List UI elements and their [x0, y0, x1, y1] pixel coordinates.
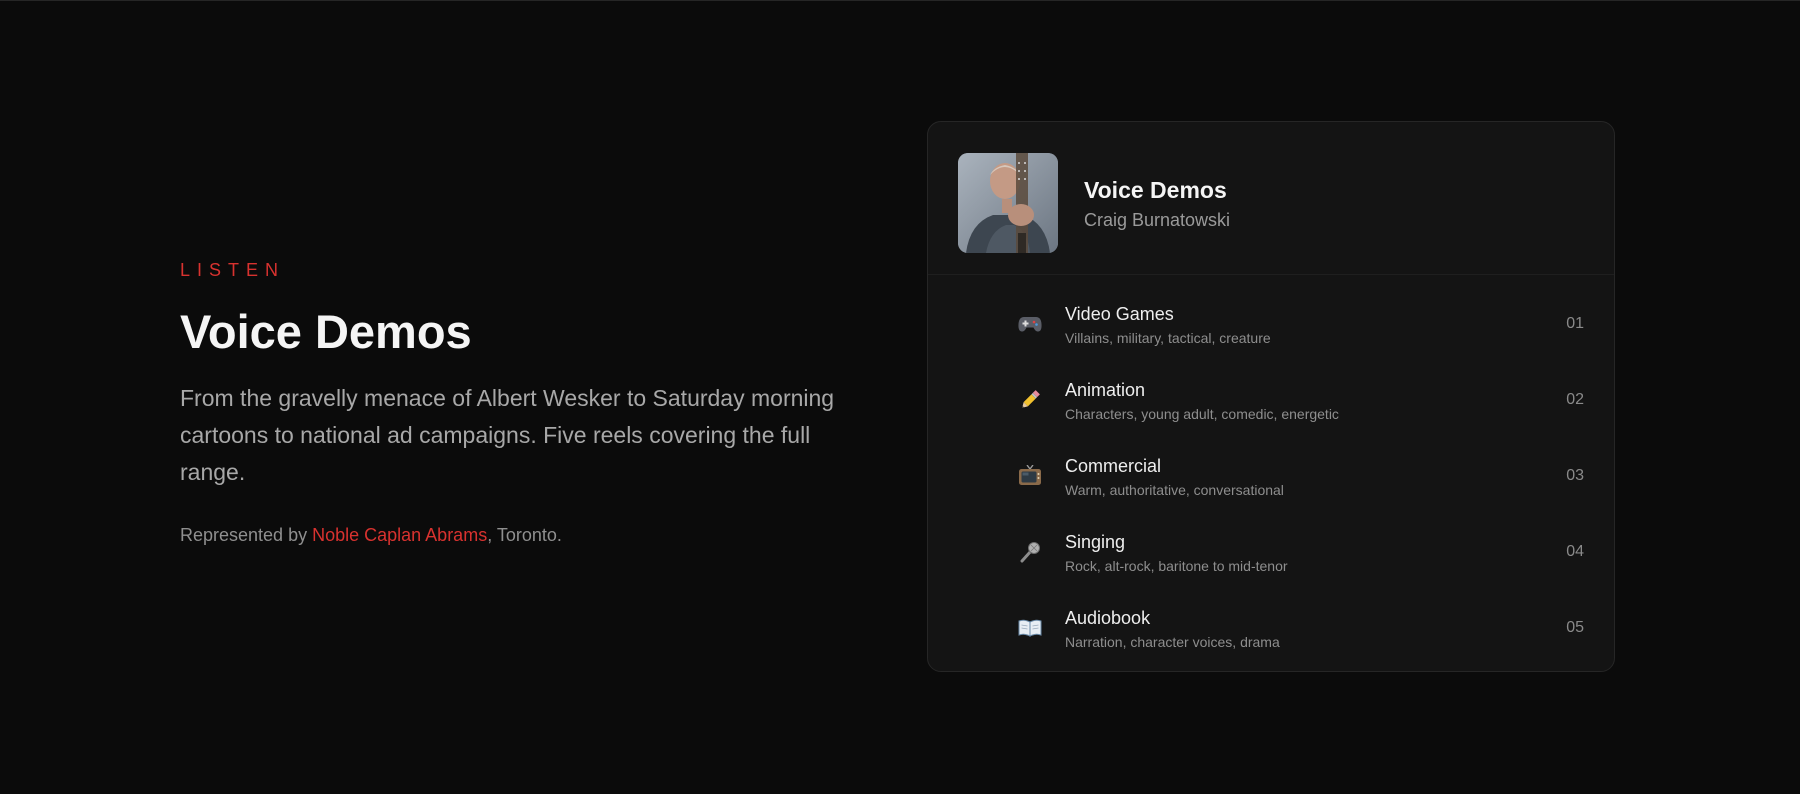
track-description: Villains, military, tactical, creature: [1065, 330, 1271, 346]
track-commercial[interactable]: Commercial Warm, authoritative, conversa…: [928, 438, 1614, 514]
book-icon: [1016, 614, 1044, 642]
tv-icon: [1016, 462, 1044, 490]
artist-portrait: [958, 153, 1058, 253]
track-video-games[interactable]: Video Games Villains, military, tactical…: [928, 286, 1614, 362]
representation-line: Represented by Noble Caplan Abrams, Toro…: [180, 523, 880, 547]
page-title: Voice Demos: [180, 305, 472, 358]
track-description: Warm, authoritative, conversational: [1065, 482, 1284, 498]
track-title: Commercial: [1065, 456, 1162, 476]
voice-demos-card: Voice Demos Craig Burnatowski Video Game…: [927, 121, 1615, 672]
track-number: 01: [1566, 315, 1584, 332]
track-animation[interactable]: Animation Characters, young adult, comed…: [928, 362, 1614, 438]
intro-section: LISTEN Voice Demos From the gravelly men…: [180, 258, 880, 547]
artist-name: Craig Burnatowski: [1084, 210, 1231, 230]
track-number: 04: [1566, 543, 1584, 560]
top-divider: [0, 0, 1800, 1]
track-description: Characters, young adult, comedic, energe…: [1065, 406, 1339, 422]
portrait-image: [958, 153, 1058, 253]
card-title: Voice Demos: [1084, 177, 1227, 203]
track-audiobook[interactable]: Audiobook Narration, character voices, d…: [928, 590, 1614, 666]
track-title: Audiobook: [1065, 608, 1151, 628]
track-description: Rock, alt-rock, baritone to mid-tenor: [1065, 558, 1288, 574]
track-number: 05: [1566, 619, 1584, 636]
track-description: Narration, character voices, drama: [1065, 634, 1280, 650]
rep-suffix: , Toronto.: [487, 525, 562, 545]
microphone-icon: [1016, 538, 1044, 566]
pencil-icon: [1016, 386, 1044, 414]
track-number: 02: [1566, 391, 1584, 408]
card-header: Voice Demos Craig Burnatowski: [928, 122, 1614, 275]
track-singing[interactable]: Singing Rock, alt-rock, baritone to mid-…: [928, 514, 1614, 590]
demo-reel-list: Video Games Villains, military, tactical…: [928, 274, 1614, 666]
card-header-text: Voice Demos Craig Burnatowski: [1084, 176, 1230, 231]
track-title: Video Games: [1065, 304, 1174, 324]
section-eyebrow: LISTEN: [180, 260, 286, 280]
track-title: Animation: [1065, 380, 1146, 400]
intro-description: From the gravelly menace of Albert Weske…: [180, 385, 835, 485]
gamepad-icon: [1016, 310, 1044, 338]
track-number: 03: [1566, 467, 1584, 484]
track-title: Singing: [1065, 532, 1126, 552]
rep-prefix: Represented by: [180, 525, 313, 545]
agency-link[interactable]: Noble Caplan Abrams: [312, 525, 487, 545]
